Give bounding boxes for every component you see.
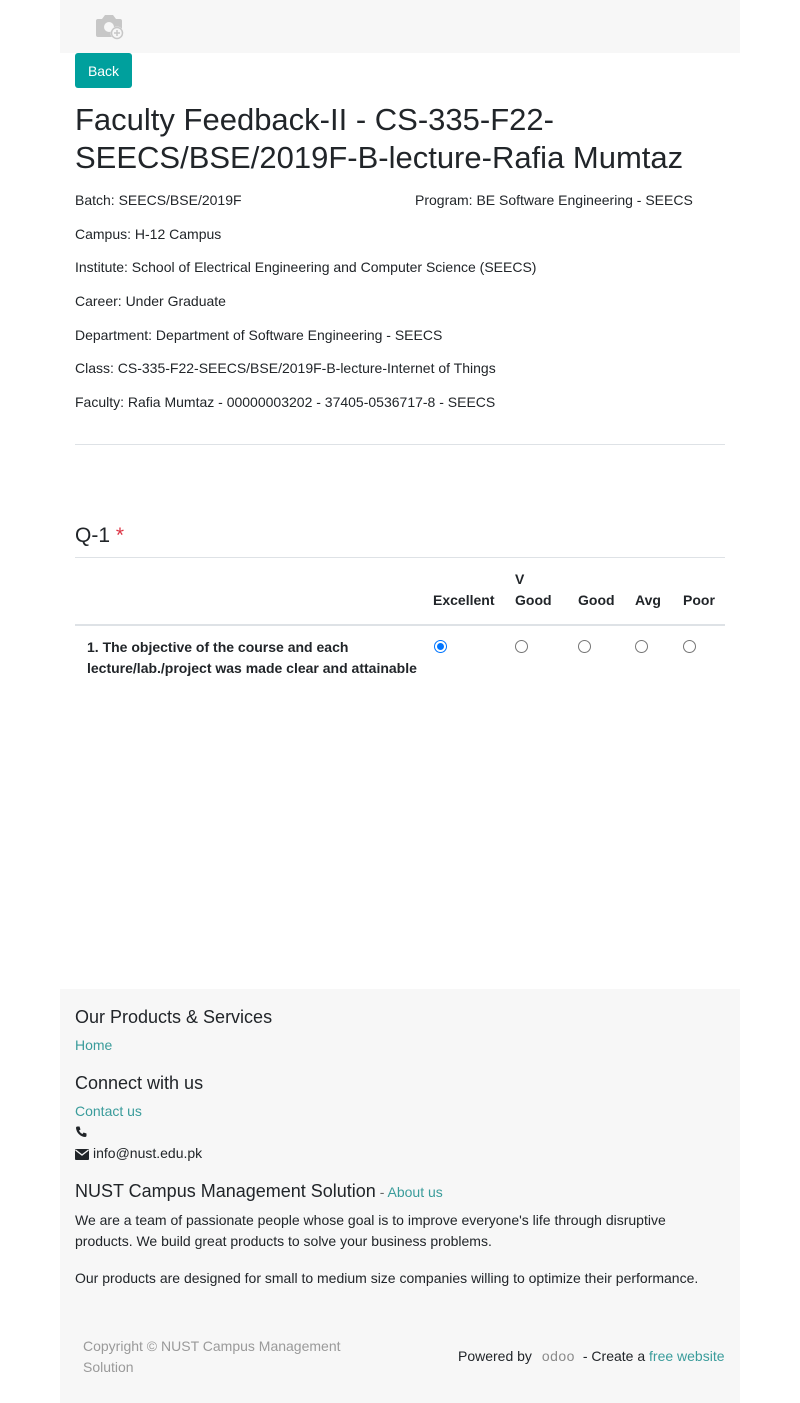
class-info: Class: CS-335-F22-SEECS/BSE/2019F-B-lect… — [75, 360, 496, 376]
copyright-text: Copyright © NUST Campus Management Solut… — [83, 1338, 341, 1375]
odoo-logo[interactable]: odoo — [542, 1348, 575, 1364]
about-link[interactable]: About us — [388, 1184, 443, 1200]
free-website-link[interactable]: free website — [649, 1348, 724, 1364]
required-mark: * — [115, 524, 125, 547]
radio-poor[interactable] — [683, 640, 696, 653]
column-header-excellent: Excellent — [433, 592, 495, 608]
column-header-poor: Poor — [683, 592, 715, 608]
company-heading: NUST Campus Management Solution — [75, 1181, 376, 1201]
batch-info: Batch: SEECS/BSE/2019F — [75, 192, 242, 208]
question-divider — [75, 557, 725, 558]
column-header-v: V — [515, 571, 525, 587]
envelope-icon — [75, 1147, 89, 1165]
products-paragraph: Our products are designed for small to m… — [75, 1270, 699, 1286]
company-line: NUST Campus Management Solution - About … — [75, 1181, 443, 1202]
column-header-avg: Avg — [635, 592, 661, 608]
back-button[interactable]: Back — [75, 53, 132, 88]
connect-heading: Connect with us — [75, 1073, 204, 1093]
career-info: Career: Under Graduate — [75, 293, 226, 309]
radio-v-good[interactable] — [515, 640, 528, 653]
products-heading: Our Products & Services — [75, 1007, 273, 1027]
faculty-info: Faculty: Rafia Mumtaz - 00000003202 - 37… — [75, 394, 496, 410]
column-header-good: Good — [578, 592, 615, 608]
section-divider — [75, 444, 725, 445]
powered-by-line: Powered by odoo - Create a free website — [458, 1348, 725, 1365]
radio-excellent[interactable] — [434, 640, 447, 653]
home-link[interactable]: Home — [75, 1037, 112, 1054]
table-header-divider — [75, 624, 725, 626]
department-info: Department: Department of Software Engin… — [75, 327, 443, 343]
question-row-text: 1. The objective of the course and each … — [87, 639, 417, 676]
radio-good[interactable] — [578, 640, 591, 653]
phone-icon — [75, 1125, 87, 1143]
contact-email: info@nust.edu.pk — [93, 1145, 203, 1161]
program-info: Program: BE Software Engineering - SEECS — [415, 192, 693, 208]
company-dash: - — [375, 1184, 388, 1200]
column-header-vgood: Good — [515, 592, 552, 608]
institute-info: Institute: School of Electrical Engineer… — [75, 259, 537, 275]
campus-info: Campus: H-12 Campus — [75, 226, 222, 242]
question-label: Q-1 — [75, 524, 111, 547]
create-a-text: - Create a — [578, 1348, 650, 1364]
question-title: Q-1 * — [75, 523, 124, 548]
top-bar — [60, 0, 740, 53]
camera-plus-icon[interactable] — [94, 12, 126, 40]
radio-avg[interactable] — [635, 640, 648, 653]
contact-link[interactable]: Contact us — [75, 1103, 142, 1120]
page-title: Faculty Feedback-II - CS-335-F22-SEECS/B… — [75, 102, 684, 175]
powered-by-label: Powered by — [458, 1348, 532, 1364]
about-paragraph: We are a team of passionate people whose… — [75, 1212, 666, 1249]
